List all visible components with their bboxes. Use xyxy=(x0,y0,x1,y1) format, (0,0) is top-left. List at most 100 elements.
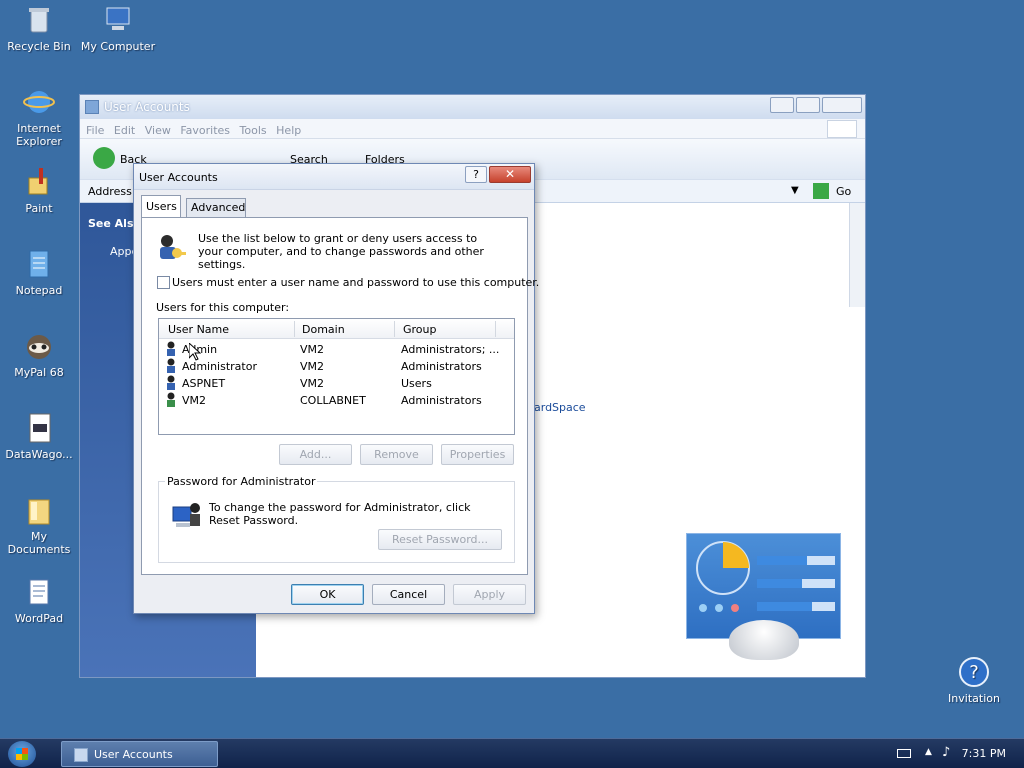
windows-logo-icon xyxy=(16,748,28,760)
window-title: User Accounts xyxy=(104,100,190,114)
mouse-cursor xyxy=(188,341,202,361)
menu-favorites[interactable]: Favorites xyxy=(180,124,230,137)
desktop-icon-invitation[interactable]: ? Invitation xyxy=(936,656,1012,705)
desktop-icon-datawagon[interactable]: DataWago... xyxy=(1,412,77,461)
go-icon[interactable] xyxy=(813,183,829,199)
cell-domain: VM2 xyxy=(300,360,325,373)
address-dropdown-icon[interactable]: ▼ xyxy=(791,185,799,196)
cell-user-name: ASPNET xyxy=(182,377,226,390)
close-button[interactable]: ✕ xyxy=(489,166,531,183)
require-login-label: Users must enter a user name and passwor… xyxy=(172,276,540,289)
desktop-icon-label: Invitation xyxy=(948,692,1000,705)
cell-user-name: VM2 xyxy=(182,394,207,407)
desktop-icon-label: Paint xyxy=(25,202,53,215)
table-row[interactable]: VM2 COLLABNET Administrators xyxy=(159,392,514,409)
volume-icon[interactable]: ♪ xyxy=(942,745,950,760)
cell-group: Users xyxy=(401,377,432,390)
minimize-button[interactable] xyxy=(770,97,794,113)
notepad-icon xyxy=(23,248,55,280)
desktop-icon-paint[interactable]: Paint xyxy=(1,166,77,215)
desktop-icon-label: WordPad xyxy=(14,612,64,625)
tray-expand-icon[interactable]: ▲ xyxy=(925,747,932,757)
menu-tools[interactable]: Tools xyxy=(240,124,267,137)
taskbar: User Accounts ▲ ♪ 7:31 PM xyxy=(0,738,1024,768)
user-icon xyxy=(165,341,180,356)
cell-user-name: Administrator xyxy=(182,360,257,373)
desktop-icon-label: My Documents xyxy=(7,530,71,556)
table-row[interactable]: Admin VM2 Administrators; ... xyxy=(159,341,514,358)
properties-button[interactable]: Properties xyxy=(441,444,514,465)
require-login-checkbox[interactable] xyxy=(157,276,170,289)
desktop-icon-label: Notepad xyxy=(15,284,63,297)
intro-text: Use the list below to grant or deny user… xyxy=(198,232,484,271)
users-list[interactable]: User Name Domain Group Admin VM2 Adminis… xyxy=(158,318,515,435)
keyboard-icon[interactable] xyxy=(897,749,911,758)
windows-logo-icon xyxy=(827,120,857,138)
go-button-label[interactable]: Go xyxy=(836,185,851,198)
menu-file[interactable]: File xyxy=(86,124,104,137)
cell-group: Administrators; ... xyxy=(401,343,500,356)
column-header-group[interactable]: Group xyxy=(403,323,437,336)
window-titlebar[interactable]: User Accounts xyxy=(80,95,865,119)
content-link[interactable]: ardSpace xyxy=(534,401,586,414)
ie-icon xyxy=(23,86,55,118)
table-row[interactable]: Administrator VM2 Administrators xyxy=(159,358,514,375)
add-button[interactable]: Add... xyxy=(279,444,352,465)
list-header: User Name Domain Group xyxy=(159,319,514,339)
scrollbar[interactable] xyxy=(849,203,865,307)
desktop-icon-notepad[interactable]: Notepad xyxy=(1,248,77,297)
domain-user-icon xyxy=(165,392,180,407)
menu-edit[interactable]: Edit xyxy=(114,124,135,137)
desktop-icon-label: DataWago... xyxy=(5,448,73,461)
taskbar-item-user-accounts[interactable]: User Accounts xyxy=(61,741,218,767)
table-row[interactable]: ASPNET VM2 Users xyxy=(159,375,514,392)
column-header-domain[interactable]: Domain xyxy=(302,323,345,336)
column-header-user-name[interactable]: User Name xyxy=(168,323,229,336)
menu-help[interactable]: Help xyxy=(276,124,301,137)
control-panel-illustration xyxy=(686,533,841,660)
mypal-icon xyxy=(23,330,55,362)
desktop-icon-label: My Computer xyxy=(80,40,156,53)
desktop-icon-internet-explorer[interactable]: Internet Explorer xyxy=(1,86,77,148)
window-icon xyxy=(74,748,88,762)
users-tab-panel: Use the list below to grant or deny user… xyxy=(141,217,539,575)
start-button[interactable] xyxy=(8,741,36,767)
cell-domain: VM2 xyxy=(300,343,325,356)
window-icon xyxy=(85,100,99,114)
menu-view[interactable]: View xyxy=(145,124,171,137)
dialog-titlebar[interactable]: User Accounts ? ✕ xyxy=(134,164,534,190)
remove-button[interactable]: Remove xyxy=(360,444,433,465)
menu-bar: File Edit View Favorites Tools Help xyxy=(80,119,865,139)
recycle-bin-icon xyxy=(23,4,55,36)
ok-button[interactable]: OK xyxy=(291,584,364,605)
desktop-icon-my-documents[interactable]: My Documents xyxy=(1,494,77,556)
back-icon[interactable] xyxy=(93,147,115,169)
computer-icon xyxy=(102,4,134,36)
desktop-icon-my-computer[interactable]: My Computer xyxy=(80,4,156,53)
folder-icon xyxy=(23,494,55,526)
cancel-button[interactable]: Cancel xyxy=(372,584,445,605)
password-instructions: To change the password for Administrator… xyxy=(209,501,471,527)
cell-group: Administrators xyxy=(401,394,482,407)
users-icon xyxy=(155,231,187,263)
apply-button[interactable]: Apply xyxy=(453,584,526,605)
desktop-icon-label: Internet Explorer xyxy=(16,122,62,148)
desktop-icon-recycle-bin[interactable]: Recycle Bin xyxy=(1,4,77,53)
user-accounts-dialog: User Accounts ? ✕ Users Advanced Use the… xyxy=(133,163,539,614)
column-separator xyxy=(394,321,395,337)
close-button[interactable] xyxy=(822,97,862,113)
dialog-title: User Accounts xyxy=(139,171,218,184)
reset-password-button[interactable]: Reset Password... xyxy=(378,529,502,550)
system-clock[interactable]: 7:31 PM xyxy=(962,747,1006,760)
desktop-icon-wordpad[interactable]: WordPad xyxy=(1,576,77,625)
password-group-title: Password for Administrator xyxy=(165,475,318,488)
help-icon: ? xyxy=(958,656,990,688)
column-separator xyxy=(495,321,496,337)
user-icon xyxy=(165,358,180,373)
tab-advanced[interactable]: Advanced xyxy=(186,198,246,217)
maximize-button[interactable] xyxy=(796,97,820,113)
desktop-icon-label: Recycle Bin xyxy=(7,40,71,53)
help-button[interactable]: ? xyxy=(465,166,487,183)
desktop-icon-mypal[interactable]: MyPal 68 xyxy=(1,330,77,379)
tab-users[interactable]: Users xyxy=(141,195,181,218)
